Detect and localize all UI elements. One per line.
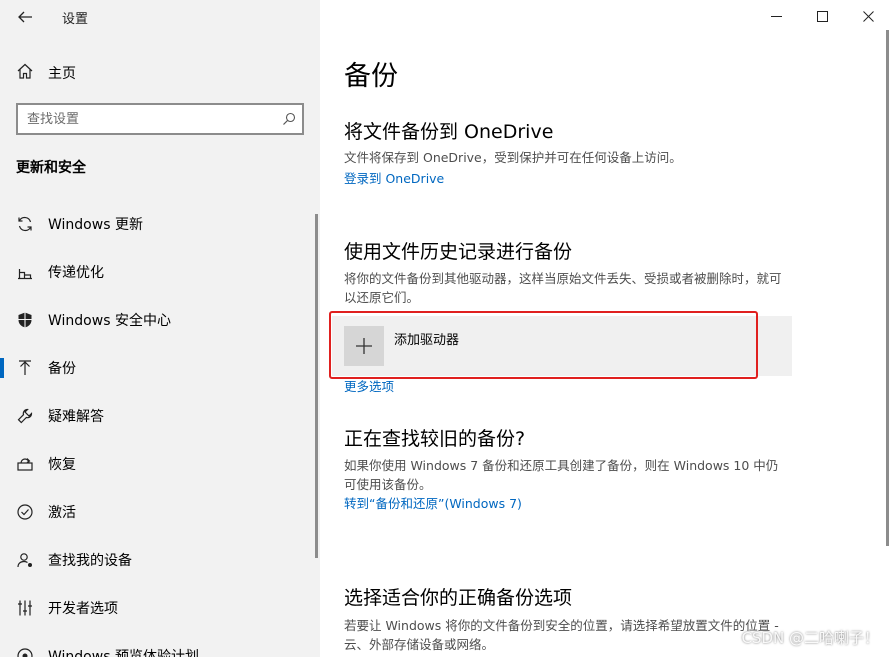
- sidebar-item-developer[interactable]: 开发者选项: [0, 584, 320, 632]
- sidebar-item-label: 备份: [48, 361, 76, 377]
- sidebar-item-recovery[interactable]: 恢复: [0, 440, 320, 488]
- onedrive-heading: 将文件备份到 OneDrive: [344, 121, 554, 143]
- sidebar-item-label: 疑难解答: [48, 409, 104, 425]
- sidebar-item-label: 恢复: [48, 457, 76, 473]
- watermark: CSDN @二哈喇子！: [741, 629, 879, 647]
- sidebar-item-label: 激活: [48, 505, 76, 521]
- onedrive-desc: 文件将保存到 OneDrive，受到保护并可在任何设备上访问。: [344, 150, 682, 165]
- recovery-icon: [16, 455, 34, 473]
- sidebar-item-label: 开发者选项: [48, 601, 118, 617]
- search-icon[interactable]: [276, 112, 302, 126]
- search-box[interactable]: [16, 103, 304, 135]
- sidebar-item-label: Windows 安全中心: [48, 313, 171, 329]
- main-content: 备份 将文件备份到 OneDrive 文件将保存到 OneDrive，受到保护并…: [320, 0, 891, 657]
- older-backup-desc: 如果你使用 Windows 7 备份和还原工具创建了备份，则在 Windows …: [344, 458, 779, 492]
- backup-restore-link[interactable]: 转到“备份和还原”(Windows 7): [344, 493, 522, 512]
- sidebar-item-delivery[interactable]: 传递优化: [0, 248, 320, 296]
- search-input[interactable]: [18, 111, 276, 127]
- sidebar-scrollbar[interactable]: [315, 214, 318, 558]
- highlight-annotation: [329, 311, 758, 379]
- main-scrollbar[interactable]: [886, 30, 889, 546]
- person-pin-icon: [16, 551, 34, 569]
- page-title: 备份: [344, 61, 398, 92]
- sidebar-item-insider[interactable]: Windows 预览体验计划: [0, 632, 320, 657]
- choose-backup-heading: 选择适合你的正确备份选项: [344, 587, 573, 609]
- onedrive-signin-link[interactable]: 登录到 OneDrive: [344, 168, 444, 187]
- sidebar-item-label: Windows 预览体验计划: [48, 649, 199, 657]
- sidebar-item-backup[interactable]: 备份: [0, 344, 320, 392]
- window-controls: [753, 0, 891, 32]
- sidebar-item-label: 传递优化: [48, 265, 104, 281]
- history-desc: 将你的文件备份到其他驱动器，这样当原始文件丢失、受损或者被删除时，就可以还原它们…: [344, 271, 782, 305]
- sidebar-nav: Windows 更新 传递优化 Windows 安全中心 备份 疑难解答 恢复 …: [0, 200, 320, 657]
- sidebar-item-find-device[interactable]: 查找我的设备: [0, 536, 320, 584]
- home-icon: [16, 62, 34, 84]
- history-heading: 使用文件历史记录进行备份: [344, 241, 573, 263]
- sidebar-item-security-center[interactable]: Windows 安全中心: [0, 296, 320, 344]
- maximize-icon[interactable]: [799, 0, 845, 32]
- delivery-icon: [16, 263, 34, 281]
- sync-icon: [16, 215, 34, 233]
- close-icon[interactable]: [845, 0, 891, 32]
- sidebar-home[interactable]: 主页: [16, 62, 76, 84]
- section-heading: 更新和安全: [16, 160, 86, 176]
- home-label: 主页: [48, 66, 76, 82]
- wrench-icon: [16, 407, 34, 425]
- choose-backup-desc: 若要让 Windows 将你的文件备份到安全的位置，请选择希望放置文件的位置 -…: [344, 618, 779, 652]
- sidebar-item-windows-update[interactable]: Windows 更新: [0, 200, 320, 248]
- sidebar: 设置 主页 更新和安全 Windows 更新 传递优化: [0, 0, 320, 657]
- backup-arrow-icon: [16, 359, 34, 377]
- more-options-link[interactable]: 更多选项: [344, 376, 394, 395]
- minimize-icon[interactable]: [753, 0, 799, 32]
- shield-icon: [16, 311, 34, 329]
- insider-icon: [16, 647, 34, 657]
- older-backup-heading: 正在查找较旧的备份?: [344, 428, 526, 450]
- sidebar-item-troubleshoot[interactable]: 疑难解答: [0, 392, 320, 440]
- sidebar-item-label: 查找我的设备: [48, 553, 132, 569]
- sidebar-item-activation[interactable]: 激活: [0, 488, 320, 536]
- sidebar-item-label: Windows 更新: [48, 217, 143, 233]
- back-arrow-icon[interactable]: [14, 6, 36, 28]
- check-circle-icon: [16, 503, 34, 521]
- app-title: 设置: [62, 12, 89, 27]
- developer-icon: [16, 599, 34, 617]
